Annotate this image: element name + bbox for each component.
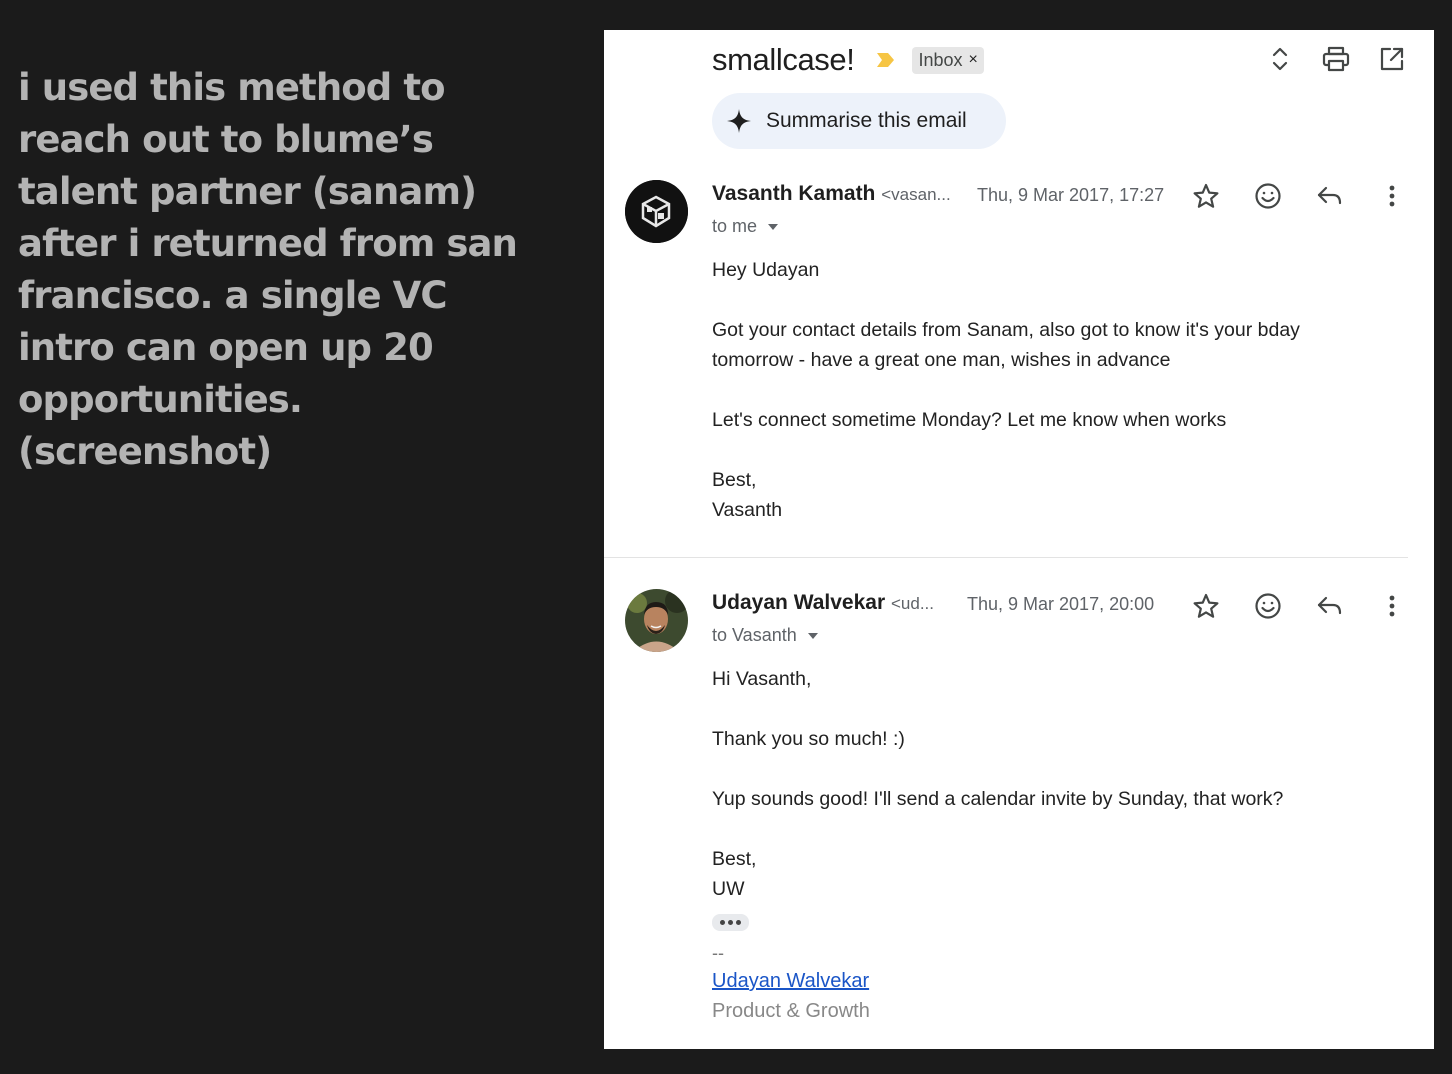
recipient-label: to me bbox=[712, 216, 758, 236]
emoji-reaction-icon[interactable] bbox=[1252, 180, 1284, 212]
signature-name-link[interactable]: Udayan Walvekar bbox=[712, 970, 869, 992]
importance-marker-icon[interactable] bbox=[876, 51, 896, 69]
signature-title: Product & Growth bbox=[712, 1000, 870, 1022]
avatar[interactable] bbox=[625, 180, 688, 243]
star-icon[interactable] bbox=[1190, 590, 1222, 622]
body-line bbox=[712, 285, 1412, 315]
sender-address: <vasan... bbox=[881, 185, 951, 204]
body-line: Vasanth bbox=[712, 499, 783, 521]
body-line: Hey Udayan bbox=[712, 259, 820, 281]
recipient-details-toggle[interactable]: to Vasanth bbox=[712, 625, 819, 646]
more-options-icon[interactable] bbox=[1376, 590, 1408, 622]
body-line: Hi Vasanth, bbox=[712, 668, 812, 690]
signature-separator: -- bbox=[712, 943, 724, 963]
body-line bbox=[712, 814, 1412, 844]
email-thread-panel: smallcase! Inbox × Summarise this email … bbox=[604, 30, 1434, 1049]
caret-down-icon bbox=[807, 632, 818, 639]
body-line: Best, bbox=[712, 848, 757, 870]
caption-line: talent partner (sanam) bbox=[18, 170, 477, 213]
message-divider bbox=[604, 557, 1408, 558]
message-date: Thu, 9 Mar 2017, 20:00 bbox=[967, 594, 1155, 614]
summarise-label: Summarise this email bbox=[766, 109, 967, 132]
message-body: Hey Udayan Got your contact details from… bbox=[712, 255, 1412, 525]
print-icon[interactable] bbox=[1321, 44, 1351, 74]
sender-address: <ud... bbox=[890, 594, 934, 613]
body-line bbox=[712, 435, 1412, 465]
expand-collapse-icon[interactable] bbox=[1265, 44, 1295, 74]
subject-row: smallcase! Inbox × bbox=[712, 40, 984, 80]
star-icon[interactable] bbox=[1190, 180, 1222, 212]
show-trimmed-content-button[interactable] bbox=[712, 914, 749, 931]
more-options-icon[interactable] bbox=[1376, 180, 1408, 212]
open-in-new-window-icon[interactable] bbox=[1377, 44, 1407, 74]
caption-line: reach out to blume’s bbox=[18, 118, 434, 161]
recipient-label: to Vasanth bbox=[712, 625, 797, 645]
sender-line: Udayan Walvekar <ud... bbox=[712, 591, 934, 615]
inbox-label-chip: Inbox × bbox=[912, 46, 984, 74]
caret-down-icon bbox=[768, 223, 779, 230]
body-line: Best, bbox=[712, 469, 757, 491]
caption-line: opportunities. bbox=[18, 378, 303, 421]
body-line: Got your contact details from Sanam, als… bbox=[712, 319, 1300, 341]
sender-name[interactable]: Vasanth Kamath bbox=[712, 182, 875, 205]
recipient-details-toggle[interactable]: to me bbox=[712, 216, 779, 237]
email-subject: smallcase! bbox=[712, 42, 855, 77]
summarise-email-button[interactable]: Summarise this email bbox=[712, 93, 1006, 149]
caption-text: i used this method to reach out to blume… bbox=[18, 62, 518, 478]
reply-icon[interactable] bbox=[1314, 590, 1346, 622]
body-line: UW bbox=[712, 878, 745, 900]
sender-name[interactable]: Udayan Walvekar bbox=[712, 591, 885, 614]
avatar[interactable] bbox=[625, 589, 688, 652]
sender-line: Vasanth Kamath <vasan... bbox=[712, 182, 951, 206]
body-line bbox=[712, 754, 1412, 784]
caption-line: after i returned from san bbox=[18, 222, 518, 265]
body-line bbox=[712, 694, 1412, 724]
caption-line: intro can open up 20 bbox=[18, 326, 434, 369]
reply-icon[interactable] bbox=[1314, 180, 1346, 212]
caption-line: (screenshot) bbox=[18, 430, 272, 473]
emoji-reaction-icon[interactable] bbox=[1252, 590, 1284, 622]
remove-label-button[interactable]: × bbox=[968, 51, 977, 69]
caption-line: francisco. a single VC bbox=[18, 274, 448, 317]
message-body: Hi Vasanth, Thank you so much! :) Yup so… bbox=[712, 664, 1412, 1026]
body-line: Yup sounds good! I'll send a calendar in… bbox=[712, 788, 1284, 810]
caption-line: i used this method to bbox=[18, 66, 446, 109]
body-line: Let's connect sometime Monday? Let me kn… bbox=[712, 409, 1227, 431]
sparkle-icon bbox=[727, 109, 751, 133]
body-line: Thank you so much! :) bbox=[712, 728, 905, 750]
body-line: tomorrow - have a great one man, wishes … bbox=[712, 349, 1171, 371]
body-line bbox=[712, 375, 1412, 405]
inbox-label: Inbox bbox=[918, 49, 963, 70]
message-date: Thu, 9 Mar 2017, 17:27 bbox=[977, 185, 1165, 205]
